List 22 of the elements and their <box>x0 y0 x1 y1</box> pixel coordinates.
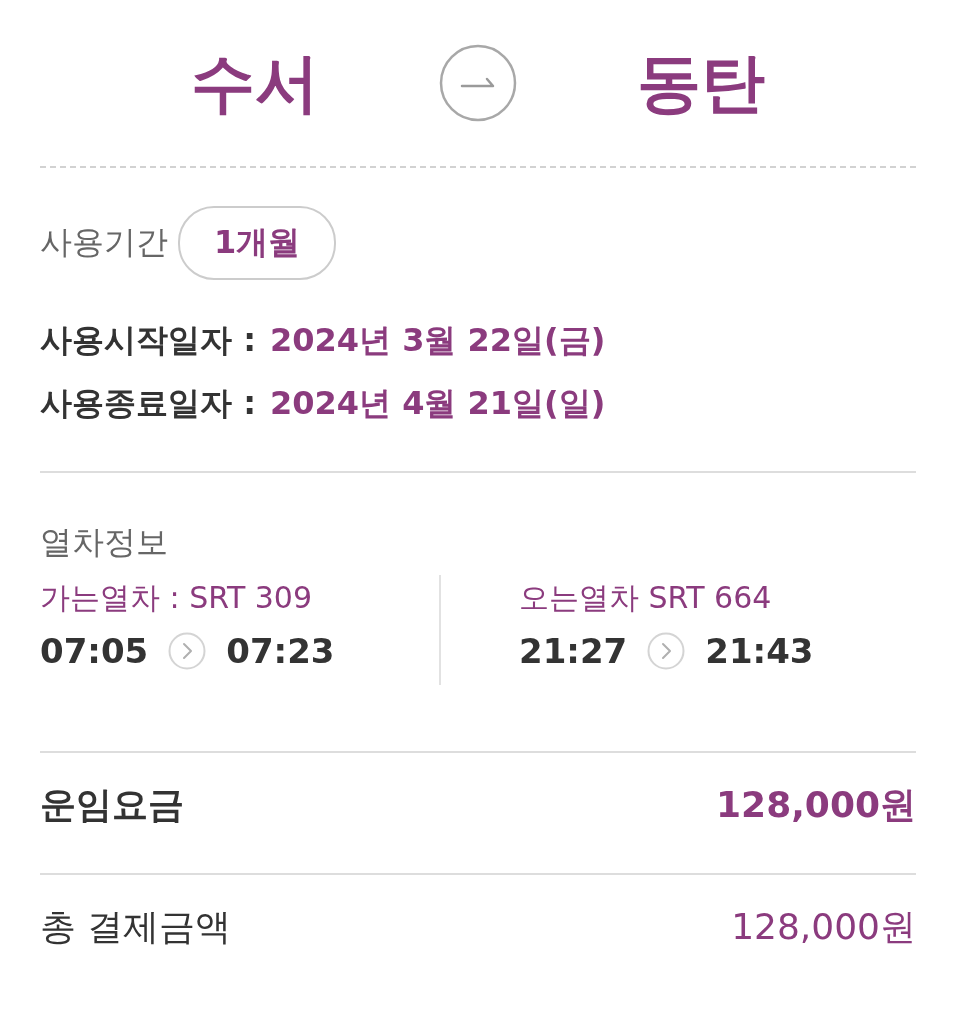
arrival-time: 21:43 <box>705 631 814 671</box>
fare-amount: 128,000원 <box>716 783 916 827</box>
fare-label: 운임요금 <box>40 783 184 827</box>
date-value: 2024년 4월 21일(일) <box>269 383 606 424</box>
date-value: 2024년 3월 22일(금) <box>269 320 606 361</box>
train-label: 가는열차 : SRT 309 <box>40 579 313 617</box>
chevron-right-icon <box>168 632 207 670</box>
period-chip: 1개월 <box>178 206 337 280</box>
fare-amount: 128,000원 <box>731 905 916 949</box>
origin-station: 수서 <box>191 51 319 115</box>
date-label: 사용종료일자 : <box>40 383 256 424</box>
arrival-time: 07:23 <box>226 631 335 671</box>
destination-station: 동탄 <box>637 51 765 115</box>
period-label: 사용기간 <box>40 222 168 263</box>
train-label: 오는열차 SRT 664 <box>519 579 773 617</box>
train-info-title: 열차정보 <box>40 522 169 563</box>
chevron-right-icon <box>647 632 686 670</box>
departure-time: 21:27 <box>519 631 628 671</box>
arrow-circle-icon <box>439 44 517 122</box>
date-label: 사용시작일자 : <box>40 320 256 361</box>
departure-time: 07:05 <box>40 631 149 671</box>
fare-label: 총 결제금액 <box>40 905 232 949</box>
